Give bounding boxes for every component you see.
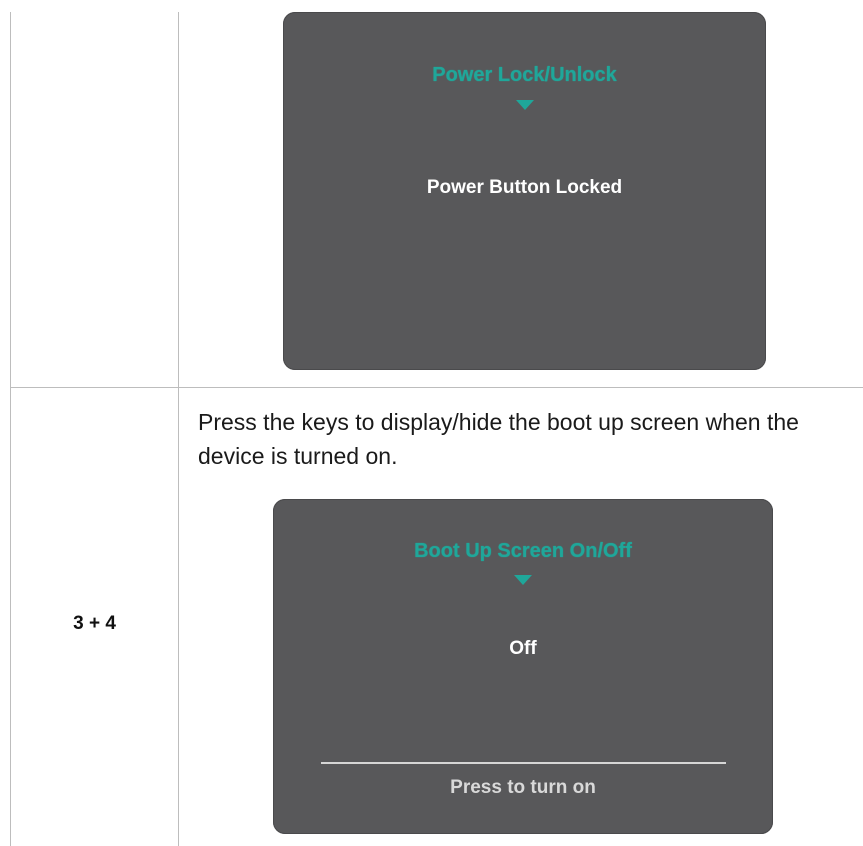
osd-title: Power Lock/Unlock [432,64,617,86]
table-horizontal-border [10,387,863,388]
osd-value: Off [509,638,537,659]
osd-value: Power Button Locked [426,177,623,198]
table-vertical-border-left [10,12,11,846]
osd-hint: Press to turn on [450,777,596,798]
key-combo-label: 3 + 4 [73,613,116,634]
osd-panel-power-lock: Power Lock/Unlock Power Button Locked [283,12,766,370]
osd-panel-boot-up-screen: Boot Up Screen On/Off Off Press to turn … [273,499,773,834]
triangle-down-icon [515,100,534,110]
table-vertical-border-middle [178,12,179,846]
function-description: Press the keys to display/hide the boot … [198,409,799,469]
osd-title: Boot Up Screen On/Off [414,540,632,562]
triangle-down-icon [514,575,532,585]
osd-divider [321,762,726,764]
